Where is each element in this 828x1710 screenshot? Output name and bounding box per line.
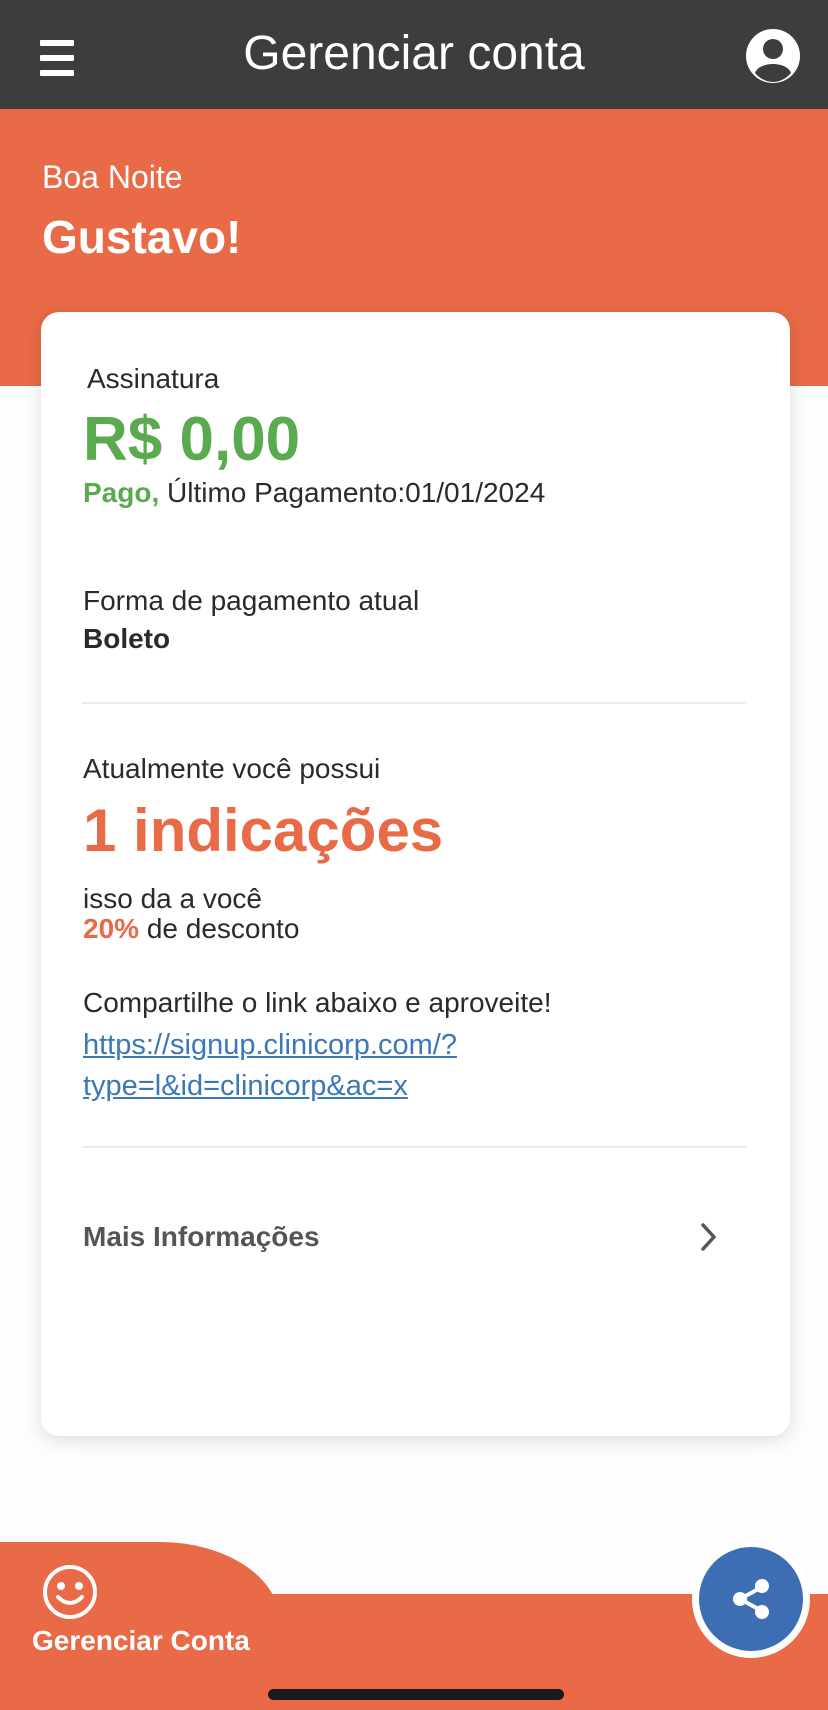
account-card: Assinatura R$ 0,00 Pago, Último Pagament…	[41, 312, 790, 1436]
share-icon	[733, 1579, 769, 1619]
greeting-salutation: Boa Noite	[42, 159, 183, 195]
discount-value: 20%	[83, 913, 140, 944]
more-info-label: Mais Informações	[83, 1221, 320, 1252]
last-payment-date: Último Pagamento:01/01/2024	[167, 477, 546, 508]
chevron-right-icon	[701, 1223, 716, 1251]
discount-suffix: de desconto	[146, 913, 300, 944]
share-prompt: Compartilhe o link abaixo e aproveite!	[83, 987, 552, 1018]
smiley-icon[interactable]	[42, 1564, 98, 1620]
payment-method-label: Forma de pagamento atual	[83, 585, 420, 616]
share-button[interactable]	[692, 1540, 810, 1658]
share-button-inner[interactable]	[699, 1547, 803, 1651]
user-circle-icon[interactable]	[745, 28, 801, 84]
referral-count: 1 indicações	[83, 797, 444, 864]
payment-method-value: Boleto	[83, 623, 171, 654]
discount-line: 20% de desconto	[83, 914, 299, 944]
divider	[82, 702, 747, 704]
referral-link-line2[interactable]: type=l&id=clinicorp&ac=x	[83, 1066, 457, 1107]
subscription-amount: R$ 0,00	[83, 405, 301, 474]
referral-link-line1[interactable]: https://signup.clinicorp.com/?	[83, 1025, 457, 1066]
tab-label[interactable]: Gerenciar Conta	[32, 1624, 250, 1658]
referrals-intro: Atualmente você possui	[83, 753, 381, 784]
user-name: Gustavo!	[42, 211, 242, 263]
referral-link[interactable]: https://signup.clinicorp.com/? type=l&id…	[83, 1025, 457, 1107]
home-indicator	[268, 1689, 564, 1700]
divider	[82, 1146, 747, 1148]
page-title: Gerenciar conta	[243, 27, 585, 80]
top-app-bar: Gerenciar conta	[0, 0, 828, 109]
subscription-label: Assinatura	[87, 363, 220, 394]
referral-benefit: isso da a você	[83, 883, 262, 914]
payment-status: Pago,	[83, 477, 160, 508]
payment-status-line: Pago, Último Pagamento:01/01/2024	[83, 476, 545, 510]
more-info-row[interactable]: Mais Informações	[41, 1192, 790, 1282]
